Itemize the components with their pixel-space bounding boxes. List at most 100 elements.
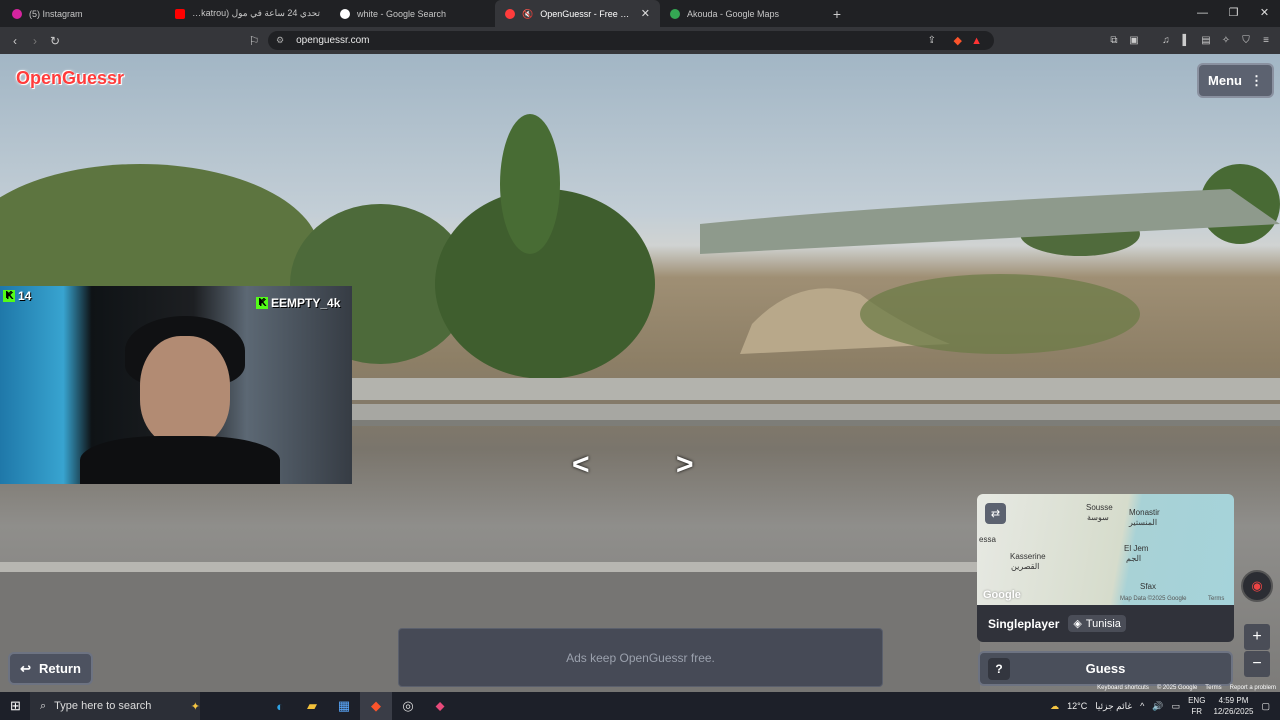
new-tab-button[interactable]: + xyxy=(825,6,849,22)
copyright-text: © 2025 Google xyxy=(1156,685,1198,691)
edge-icon[interactable]: ◐ xyxy=(264,692,296,720)
zoom-in-button[interactable]: + xyxy=(1244,624,1270,650)
return-label: Return xyxy=(39,661,81,676)
viewer-count: K 14 xyxy=(3,289,31,303)
volume-icon[interactable]: 🔊 xyxy=(1152,701,1163,712)
report-problem-link[interactable]: Report a problem xyxy=(1230,685,1276,691)
close-window-button[interactable]: ✕ xyxy=(1249,0,1280,27)
search-placeholder: Type here to search xyxy=(54,700,152,712)
tab-title: Akouda - Google Maps xyxy=(687,8,780,19)
return-arrow-icon: ↩ xyxy=(20,660,31,676)
language-indicator[interactable]: ENG FR xyxy=(1188,695,1205,717)
clock[interactable]: 4:59 PM 12/26/2025 xyxy=(1213,695,1253,717)
youtube-icon xyxy=(175,8,185,19)
bookmark-icon[interactable]: ⚐ xyxy=(244,31,264,51)
tray-chevron-icon[interactable]: ^ xyxy=(1140,701,1144,711)
openguessr-icon xyxy=(505,8,515,19)
country-badge[interactable]: ◈ Tunisia xyxy=(1068,615,1126,632)
streamer-body xyxy=(80,436,280,484)
kick-icon: K xyxy=(256,297,268,309)
tab-google-search[interactable]: white - Google Search xyxy=(330,0,495,27)
tab-youtube[interactable]: تحدي 24 ساعة في مول (amen, katrou xyxy=(165,0,330,27)
guess-button[interactable]: Guess xyxy=(1010,661,1201,676)
tab-title: تحدي 24 ساعة في مول (amen, katrou xyxy=(192,8,320,18)
brave-rewards-icon[interactable]: ▲ xyxy=(971,35,982,47)
map-label-sousse-ar: سوسة xyxy=(1087,513,1109,522)
restore-button[interactable]: ❐ xyxy=(1218,0,1249,27)
url-text: openguessr.com xyxy=(296,35,370,46)
window-controls: — ❐ ✕ xyxy=(1187,0,1280,27)
guess-help-button[interactable]: ? xyxy=(988,657,1010,680)
map-terms-link[interactable]: Terms xyxy=(1208,596,1224,602)
forward-icon[interactable]: › xyxy=(25,31,45,51)
keyboard-shortcuts-link[interactable]: Keyboard shortcuts xyxy=(1097,685,1149,691)
vpn-icon[interactable]: ⛉ xyxy=(1238,31,1254,49)
openguessr-logo[interactable]: OpenGuessr xyxy=(16,68,124,89)
clock-date: 12/26/2025 xyxy=(1213,707,1254,716)
tab-instagram[interactable]: (5) Instagram xyxy=(0,0,165,27)
system-tray: ☁ 12°C غائم جزئيا ^ 🔊 ▭ ENG FR 4:59 PM 1… xyxy=(1050,692,1280,720)
network-icon[interactable]: ▭ xyxy=(1172,701,1181,712)
address-bar[interactable]: ⚙ openguessr.com ⇪ ◆ ▲ xyxy=(268,31,994,50)
windows-start-icon[interactable]: ⊞ xyxy=(10,698,21,714)
zoom-out-button[interactable]: − xyxy=(1244,651,1270,677)
webcam-overlay: K 14 K EEMPTY_4k xyxy=(0,286,352,484)
browser-tab-bar: (5) Instagram تحدي 24 ساعة في مول (amen,… xyxy=(0,0,1280,27)
tab-google-maps[interactable]: Akouda - Google Maps xyxy=(660,0,825,27)
tab-title: OpenGuessr - Free GeoGuess xyxy=(540,8,635,19)
channel-name: EEMPTY_4k xyxy=(271,296,341,310)
maps-pin-icon xyxy=(670,8,680,19)
kick-icon: K xyxy=(3,290,15,302)
obs-icon[interactable]: ◎ xyxy=(392,692,424,720)
brave-icon[interactable]: ◆ xyxy=(360,692,392,720)
game-mode-label: Singleplayer xyxy=(988,616,1060,631)
return-button[interactable]: ↩ Return xyxy=(8,652,93,685)
compass-icon[interactable]: ◉ xyxy=(1241,570,1273,602)
guess-bar: ? Guess xyxy=(978,651,1233,686)
tab-title: white - Google Search xyxy=(357,8,447,19)
notification-icon[interactable]: ▢ xyxy=(1261,701,1270,712)
pan-right-arrow[interactable]: > xyxy=(676,448,694,482)
weather-text: غائم جزئيا xyxy=(1095,700,1133,711)
file-explorer-icon[interactable]: ▰ xyxy=(296,692,328,720)
viewer-count-value: 14 xyxy=(18,289,32,303)
tab-openguessr[interactable]: 🔇 OpenGuessr - Free GeoGuess ✕ xyxy=(495,0,660,27)
leo-ai-icon[interactable]: ✧ xyxy=(1218,31,1234,49)
terms-link[interactable]: Terms xyxy=(1205,685,1221,691)
close-tab-icon[interactable]: ✕ xyxy=(641,7,650,20)
map-label-sousse: Sousse xyxy=(1086,503,1113,512)
minimize-button[interactable]: — xyxy=(1187,0,1218,27)
map-label-monastir: Monastir xyxy=(1129,508,1160,517)
extension-icons: ⧉ ▣ ♫ ▌ ▤ ✧ ⛉ ≡ xyxy=(1106,31,1274,49)
maps-taskbar-icon[interactable]: ⬥ xyxy=(424,692,456,720)
menu-button[interactable]: Menu ⋮ xyxy=(1197,63,1274,98)
music-icon[interactable]: ♫ xyxy=(1158,31,1174,49)
map-data-credit: Map Data ©2025 Google xyxy=(1120,596,1187,602)
copilot-sparkle-icon: ✦ xyxy=(190,700,200,713)
brave-shield-icon[interactable]: ◆ xyxy=(954,34,962,47)
extensions-icon[interactable]: ⧉ xyxy=(1106,31,1122,49)
country-label: Tunisia xyxy=(1085,617,1121,630)
screenshot-icon[interactable]: ▣ xyxy=(1126,31,1142,49)
share-icon[interactable]: ⇪ xyxy=(928,35,936,46)
mute-icon[interactable]: 🔇 xyxy=(522,9,533,19)
streamer-face xyxy=(140,336,230,446)
store-icon[interactable]: ▦ xyxy=(328,692,360,720)
map-label-sfax: Sfax xyxy=(1140,582,1157,591)
weather-temp[interactable]: 12°C xyxy=(1067,701,1087,711)
map-label-eljem: El Jem xyxy=(1124,544,1149,553)
minimap-settings-icon[interactable]: ⇄ xyxy=(985,503,1006,524)
instagram-icon xyxy=(12,8,22,19)
google-footer: Keyboard shortcuts © 2025 Google Terms R… xyxy=(1097,685,1276,691)
back-icon[interactable]: ‹ xyxy=(5,31,25,51)
sidebar-icon[interactable]: ▌ xyxy=(1178,31,1194,49)
lang-top: ENG xyxy=(1188,696,1206,705)
taskbar-search[interactable]: ⌕ Type here to search ✦ xyxy=(30,692,200,720)
reload-icon[interactable]: ↻ xyxy=(45,31,65,51)
wallet-icon[interactable]: ▤ xyxy=(1198,31,1214,49)
map-label-kasserine: Kasserine xyxy=(1010,552,1046,561)
browser-menu-icon[interactable]: ≡ xyxy=(1258,31,1274,49)
site-info-icon[interactable]: ⚙ xyxy=(276,35,284,46)
pan-left-arrow[interactable]: < xyxy=(572,448,590,482)
